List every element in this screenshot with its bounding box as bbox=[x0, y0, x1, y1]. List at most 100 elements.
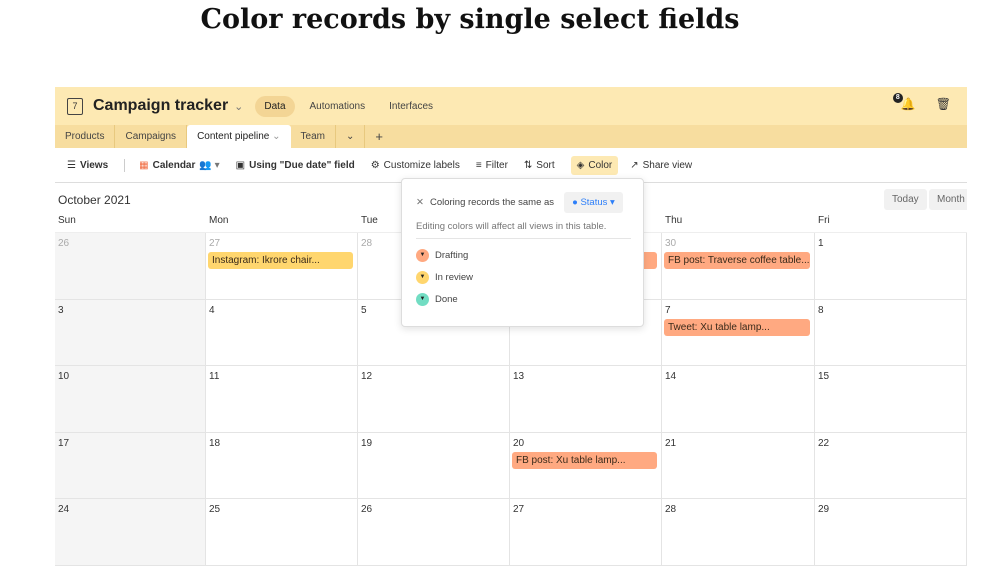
day-number: 4 bbox=[209, 304, 215, 316]
day-cell[interactable]: 17 bbox=[55, 432, 206, 498]
calendar-event[interactable]: Tweet: Xu table lamp... bbox=[664, 318, 810, 336]
status-field-label: Status bbox=[580, 197, 608, 208]
day-cell[interactable]: 13 bbox=[510, 366, 662, 432]
weekday-fri: Fri bbox=[818, 215, 830, 226]
day-cell[interactable]: 7 Tweet: Xu table lamp... bbox=[662, 299, 815, 365]
color-label: Color bbox=[588, 159, 613, 171]
tab-team[interactable]: Team bbox=[291, 125, 336, 148]
option-label: Drafting bbox=[435, 250, 469, 261]
day-cell[interactable]: 21 bbox=[662, 432, 815, 498]
day-number: 13 bbox=[513, 371, 525, 382]
add-table-icon[interactable]: + bbox=[365, 125, 393, 148]
day-cell[interactable]: 19 bbox=[358, 432, 510, 498]
views-button[interactable]: ☰ Views bbox=[67, 160, 108, 171]
color-swatch-icon[interactable]: ▼ bbox=[416, 293, 429, 306]
today-button[interactable]: Today bbox=[884, 189, 927, 210]
sort-label: Sort bbox=[536, 159, 555, 171]
notifications-bell-icon[interactable]: 8 🔔 bbox=[892, 93, 916, 111]
day-number: 5 bbox=[361, 304, 367, 316]
day-cell[interactable]: 22 bbox=[815, 432, 967, 498]
day-cell[interactable]: 25 bbox=[206, 499, 358, 565]
weekday-mon: Mon bbox=[209, 215, 229, 226]
tab-campaigns[interactable]: Campaigns bbox=[115, 125, 188, 148]
day-number: 10 bbox=[58, 371, 70, 382]
divider bbox=[416, 238, 631, 239]
day-cell[interactable]: 28 bbox=[662, 499, 815, 565]
option-label: Done bbox=[435, 294, 458, 305]
view-name: Calendar bbox=[152, 159, 196, 171]
color-swatch-icon[interactable]: ▼ bbox=[416, 249, 429, 262]
day-number: 26 bbox=[58, 238, 70, 249]
view-switcher[interactable]: ▦ Calendar 👥 ▾ bbox=[139, 160, 220, 171]
color-option-in-review[interactable]: ▼ In review bbox=[416, 271, 473, 284]
divider bbox=[124, 158, 126, 172]
paint-bucket-icon: ◈ bbox=[576, 159, 585, 171]
filter-button[interactable]: ≡ Filter bbox=[476, 160, 508, 171]
day-number: 3 bbox=[58, 304, 64, 316]
day-number: 12 bbox=[361, 371, 373, 382]
share-icon: ↗ bbox=[630, 159, 639, 171]
share-view-button[interactable]: ↗ Share view bbox=[630, 160, 692, 171]
day-cell[interactable]: 20 FB post: Xu table lamp... bbox=[510, 432, 662, 498]
calendar-event[interactable]: FB post: Xu table lamp... bbox=[512, 451, 657, 469]
calendar-event[interactable]: FB post: Traverse coffee table... bbox=[664, 252, 810, 269]
week-row: 24 25 26 27 28 29 bbox=[55, 499, 967, 566]
color-swatch-icon[interactable]: ▼ bbox=[416, 271, 429, 284]
sort-icon: ⇅ bbox=[523, 159, 533, 171]
day-number: 14 bbox=[665, 371, 677, 382]
month-mode-button[interactable]: Month bbox=[929, 189, 967, 210]
day-cell[interactable]: 29 bbox=[815, 499, 967, 565]
date-field-button[interactable]: ▣ Using "Due date" field bbox=[236, 160, 355, 171]
filter-label: Filter bbox=[485, 159, 508, 171]
day-number: 30 bbox=[665, 238, 677, 249]
day-cell[interactable]: 11 bbox=[206, 366, 358, 432]
day-cell[interactable]: 14 bbox=[662, 366, 815, 432]
chevron-down-icon[interactable]: ⌄ bbox=[234, 100, 243, 113]
tab-content-pipeline[interactable]: Content pipeline ⌄ bbox=[187, 125, 291, 148]
day-cell[interactable]: 4 bbox=[206, 299, 358, 365]
color-option-drafting[interactable]: ▼ Drafting bbox=[416, 249, 468, 262]
sort-button[interactable]: ⇅ Sort bbox=[524, 160, 555, 171]
close-icon[interactable]: ✕ bbox=[416, 197, 424, 208]
views-label: Views bbox=[79, 159, 109, 171]
color-button[interactable]: ◈ Color bbox=[570, 155, 619, 175]
day-cell[interactable]: 15 bbox=[815, 366, 967, 432]
status-field-select[interactable]: ● Status ▾ bbox=[564, 192, 623, 213]
date-field-label: Using "Due date" field bbox=[249, 159, 355, 171]
day-cell[interactable]: 3 bbox=[55, 299, 206, 365]
day-number: 11 bbox=[209, 371, 220, 382]
day-number: 24 bbox=[58, 504, 70, 515]
tab-products[interactable]: Products bbox=[55, 125, 116, 148]
trash-icon[interactable]: 🗑 bbox=[936, 97, 951, 111]
day-number: 29 bbox=[818, 504, 830, 515]
day-cell[interactable]: 1 bbox=[815, 233, 967, 299]
customize-labels-button[interactable]: ⚙ Customize labels bbox=[371, 160, 460, 171]
day-number: 28 bbox=[361, 238, 373, 249]
day-cell[interactable]: 24 bbox=[55, 499, 206, 565]
day-cell[interactable]: 30 FB post: Traverse coffee table... bbox=[662, 233, 815, 299]
day-cell[interactable]: 26 bbox=[358, 499, 510, 565]
color-popup: ✕ Coloring records the same as ● Status … bbox=[401, 178, 644, 327]
day-number: 27 bbox=[209, 238, 221, 249]
week-row: 17 18 19 20 FB post: Xu table lamp... 21 22 bbox=[55, 432, 967, 499]
day-cell[interactable]: 18 bbox=[206, 432, 358, 498]
day-cell[interactable]: 26 bbox=[55, 233, 206, 299]
more-tabs-chevron-icon[interactable]: ⌄ bbox=[336, 125, 366, 148]
day-cell[interactable]: 27 Instagram: Ikrore chair... bbox=[206, 233, 358, 299]
nav-automations[interactable]: Automations bbox=[301, 96, 375, 117]
day-number: 25 bbox=[209, 504, 221, 515]
month-label: October 2021 bbox=[58, 193, 131, 207]
chevron-down-icon[interactable]: ⌄ bbox=[272, 131, 280, 142]
day-number: 22 bbox=[818, 437, 830, 449]
day-cell[interactable]: 10 bbox=[55, 366, 206, 432]
base-name[interactable]: Campaign tracker bbox=[93, 97, 228, 115]
day-cell[interactable]: 8 bbox=[815, 299, 967, 365]
week-row: 10 11 12 13 14 15 bbox=[55, 366, 967, 433]
day-cell[interactable]: 12 bbox=[358, 366, 510, 432]
nav-interfaces[interactable]: Interfaces bbox=[380, 96, 442, 117]
calendar-event[interactable]: Instagram: Ikrore chair... bbox=[208, 252, 353, 269]
nav-data[interactable]: Data bbox=[255, 95, 295, 117]
color-option-done[interactable]: ▼ Done bbox=[416, 293, 458, 306]
day-cell[interactable]: 27 bbox=[510, 499, 662, 565]
day-number: 21 bbox=[665, 437, 677, 449]
